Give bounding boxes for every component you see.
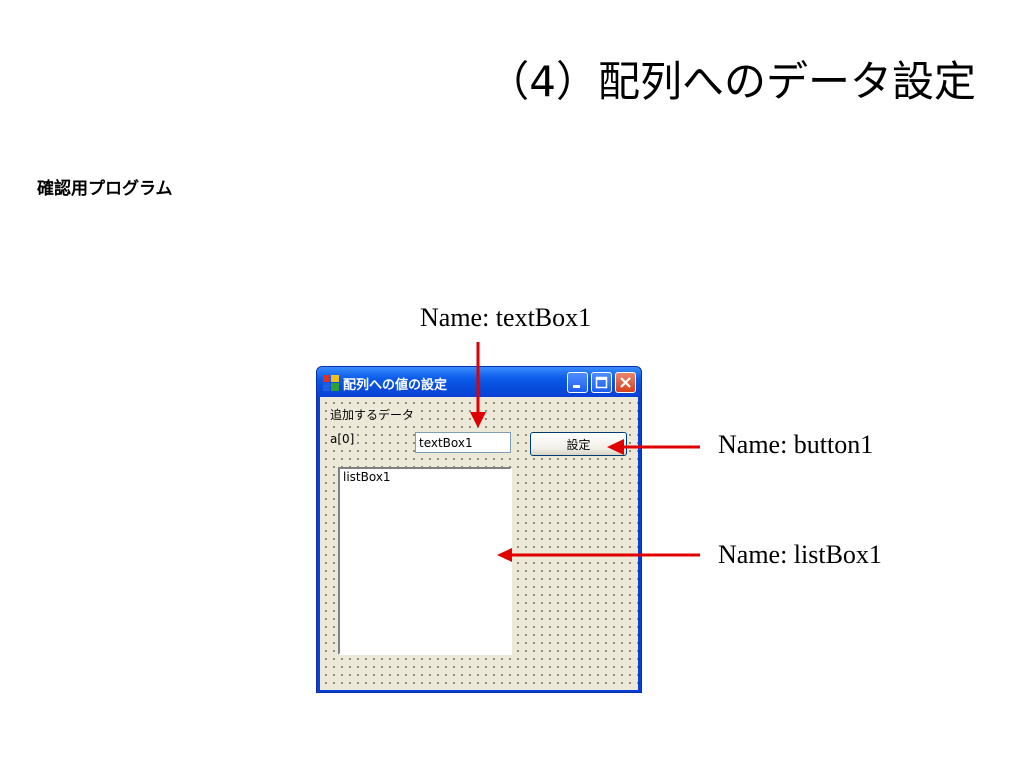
callout-arrows — [470, 342, 700, 562]
arrowhead-button — [607, 439, 624, 455]
arrowhead-listbox — [497, 548, 512, 562]
arrowhead-textbox — [470, 412, 486, 428]
